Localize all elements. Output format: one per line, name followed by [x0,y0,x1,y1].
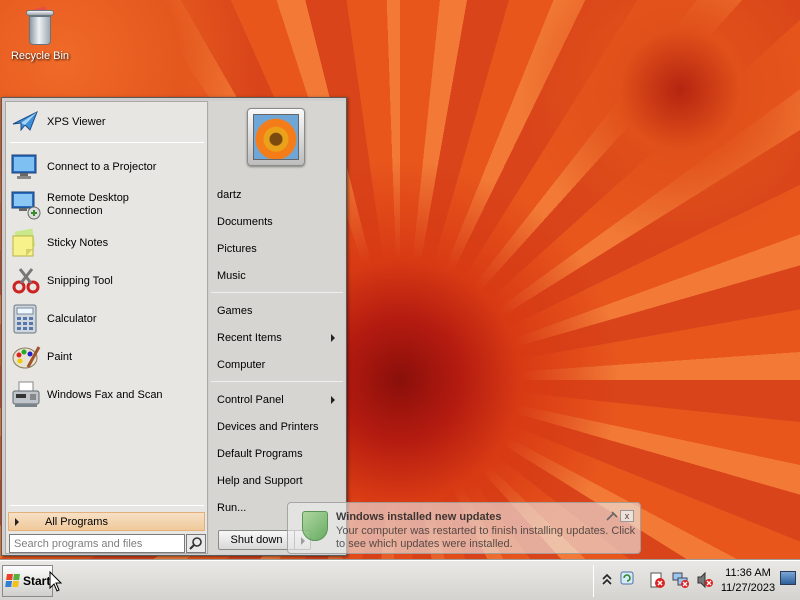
network-icon[interactable] [672,571,690,589]
windows-update-shield-icon [302,511,328,541]
windows-logo-icon [5,574,21,588]
program-label: Remote Desktop Connection [47,192,129,217]
menu-item-default-programs[interactable]: Default Programs [213,443,341,465]
menu-item-user-folder[interactable]: dartz [213,184,341,206]
projector-icon [10,151,42,183]
menu-item-pictures[interactable]: Pictures [213,238,341,260]
clock-date[interactable]: 11/27/2023 [712,582,784,594]
program-label: Windows Fax and Scan [47,388,163,401]
menu-separator [211,381,343,382]
menu-item-label: Games [217,305,253,317]
taskbar: Start 11:36 AM 11/27/2023 [0,560,800,600]
menu-item-label: Control Panel [217,394,284,406]
search-icon [189,537,202,550]
menu-item-label: dartz [217,189,242,201]
menu-item-label: Pictures [217,243,257,255]
program-remote-desktop[interactable]: Remote Desktop Connection [6,187,207,223]
program-label: Snipping Tool [47,274,113,287]
program-paint[interactable]: Paint [6,339,207,375]
tray-separator [593,565,594,597]
desktop-icon-label: Recycle Bin [10,50,70,62]
mouse-cursor-icon [49,571,63,592]
program-calculator[interactable]: Calculator [6,301,207,337]
all-programs-button[interactable]: All Programs [8,512,205,531]
program-connect-to-projector[interactable]: Connect to a Projector [6,149,207,185]
menu-item-computer[interactable]: Computer [213,354,341,376]
remote-desktop-icon [10,189,42,221]
program-label: XPS Viewer [47,115,106,128]
menu-item-label: Music [217,270,246,282]
snipping-tool-icon [10,265,42,297]
recycle-bin-icon [25,6,55,46]
notification-text: Your computer was restarted to finish in… [336,525,636,550]
menu-item-label: Devices and Printers [217,421,319,433]
menu-separator [10,142,204,143]
menu-item-devices-printers[interactable]: Devices and Printers [213,416,341,438]
start-menu-places-pane: dartz Documents Pictures Music Games Rec… [209,101,345,554]
flower-picture-icon [253,114,299,160]
fax-scan-icon [10,379,42,411]
menu-separator [211,292,343,293]
search-button[interactable] [186,534,206,553]
program-label: Sticky Notes [47,236,109,249]
menu-item-label: Help and Support [217,475,303,487]
search-input[interactable] [9,534,185,553]
menu-item-help-support[interactable]: Help and Support [213,470,341,492]
start-label: Start [23,574,51,588]
chevron-right-icon [331,334,335,342]
menu-item-control-panel[interactable]: Control Panel [213,389,341,411]
menu-item-recent-items[interactable]: Recent Items [213,327,341,349]
program-label: Calculator [47,312,97,325]
menu-item-label: Default Programs [217,448,303,460]
sticky-notes-icon [10,227,42,259]
program-sticky-notes[interactable]: Sticky Notes [6,225,207,261]
desktop-icon-recycle-bin[interactable]: Recycle Bin [8,6,72,72]
chevron-right-icon [15,517,19,526]
program-fax-and-scan[interactable]: Windows Fax and Scan [6,377,207,413]
start-menu-programs-pane: XPS Viewer Connect to a Projector Remote… [5,101,208,554]
calculator-icon [10,303,42,335]
tools-icon [606,511,618,521]
update-notification-balloon[interactable]: Windows installed new updates Your compu… [287,502,641,554]
all-programs-label: All Programs [45,515,108,528]
windows-update-icon[interactable] [618,569,636,587]
start-menu: XPS Viewer Connect to a Projector Remote… [1,97,347,556]
menu-item-label: Run... [217,502,247,514]
program-snipping-tool[interactable]: Snipping Tool [6,263,207,299]
menu-item-documents[interactable]: Documents [213,211,341,233]
program-xps-viewer[interactable]: XPS Viewer [6,104,207,140]
notification-close-button[interactable]: x [620,510,634,522]
shutdown-button[interactable]: Shut down [218,530,295,550]
menu-separator [10,505,204,506]
chevron-right-icon [331,396,335,404]
user-avatar[interactable] [247,108,305,166]
menu-item-games[interactable]: Games [213,300,341,322]
paint-icon [10,341,42,373]
action-center-icon[interactable] [648,571,666,589]
program-label: Connect to a Projector [47,160,157,173]
program-label: Paint [47,350,73,363]
clock-time[interactable]: 11:36 AM [712,567,784,579]
show-desktop-button[interactable] [780,571,796,585]
menu-item-label: Documents [217,216,273,228]
xps-viewer-icon [10,106,42,138]
notification-title: Windows installed new updates [336,511,502,523]
show-hidden-icons-icon[interactable] [598,571,616,589]
start-button[interactable]: Start [2,565,53,597]
menu-item-label: Recent Items [217,332,282,344]
menu-item-label: Computer [217,359,266,371]
menu-item-music[interactable]: Music [213,265,341,287]
